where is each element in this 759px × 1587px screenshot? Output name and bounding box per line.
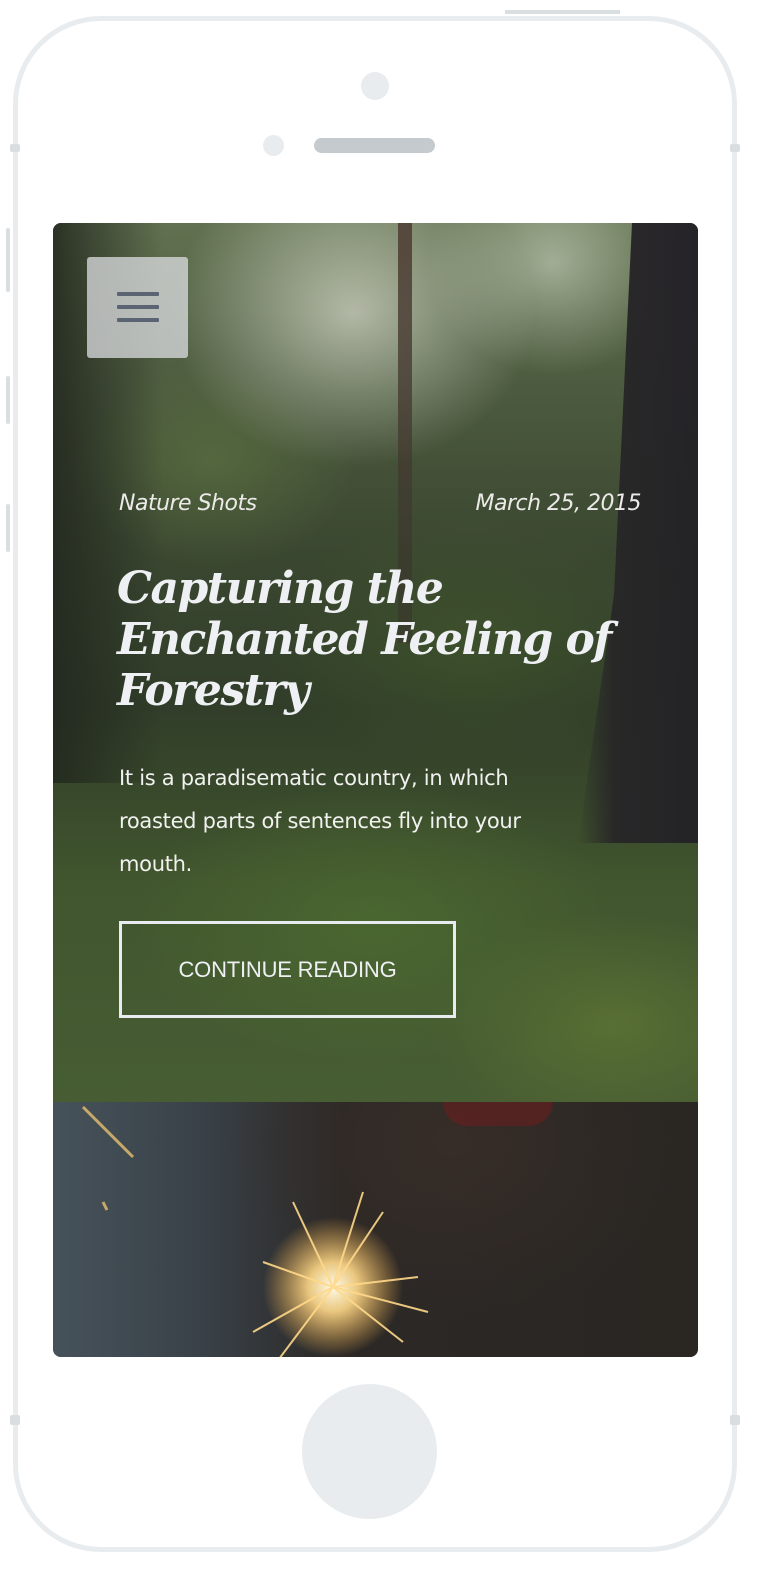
- hamburger-menu-icon-line-3: [117, 318, 159, 322]
- device-top-edge: [505, 10, 620, 14]
- post-title[interactable]: Capturing the Enchanted Feeling of Fores…: [117, 563, 637, 716]
- side-line-right-bottom: [730, 1415, 740, 1425]
- hero-post: Nature Shots March 25, 2015 Capturing th…: [53, 223, 698, 1102]
- next-post-card[interactable]: [53, 1102, 698, 1357]
- side-line-left-top: [10, 144, 20, 152]
- volume-switch: [6, 228, 10, 292]
- continue-reading-button[interactable]: CONTINUE READING: [119, 921, 456, 1018]
- volume-up-button: [6, 376, 10, 424]
- proximity-sensor: [263, 135, 284, 156]
- earpiece-speaker: [314, 138, 435, 153]
- sparkler-image: [252, 1191, 429, 1357]
- post-category[interactable]: Nature Shots: [119, 491, 257, 516]
- home-button[interactable]: [302, 1384, 437, 1519]
- page: Nature Shots March 25, 2015 Capturing th…: [0, 0, 759, 1587]
- side-line-right-top: [730, 144, 740, 152]
- portrait-detail: [443, 1102, 553, 1126]
- front-camera: [361, 72, 389, 100]
- spark-streak: [81, 1105, 135, 1211]
- post-date: March 25, 2015: [475, 491, 641, 516]
- volume-down-button: [6, 504, 10, 552]
- hamburger-menu-icon: [117, 292, 159, 296]
- side-line-left-bottom: [10, 1415, 20, 1425]
- hamburger-menu-icon-line-2: [117, 305, 159, 309]
- menu-button[interactable]: [87, 257, 188, 358]
- post-excerpt: It is a paradisematic country, in which …: [119, 766, 521, 876]
- phone-screen: Nature Shots March 25, 2015 Capturing th…: [53, 223, 698, 1357]
